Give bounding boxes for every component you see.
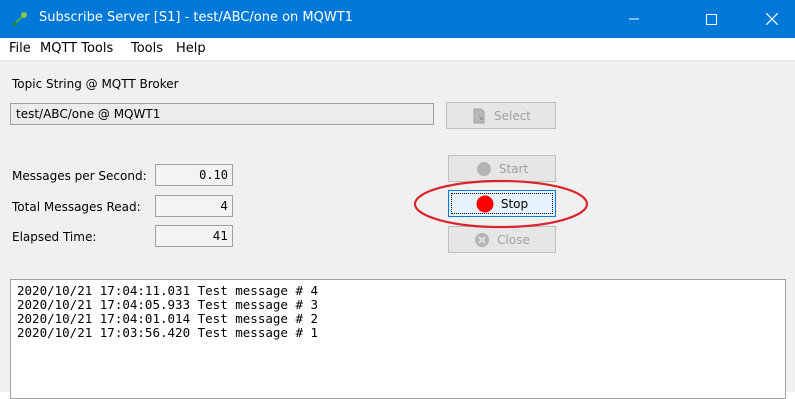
menu-help[interactable]: Help — [176, 41, 206, 56]
window-close-button[interactable] — [749, 0, 795, 38]
start-icon — [476, 161, 491, 176]
menu-file[interactable]: File — [9, 41, 31, 56]
messages-per-second-value: 0.10 — [155, 164, 233, 186]
elapsed-time-label: Elapsed Time: — [12, 230, 97, 244]
document-icon — [473, 108, 485, 123]
title-bar[interactable]: Subscribe Server [S1] - test/ABC/one on … — [0, 0, 795, 38]
start-label: Start — [498, 161, 529, 176]
close-circle-icon — [475, 232, 490, 247]
maximize-icon — [705, 13, 717, 25]
log-line: 2020/10/21 17:04:01.014 Test message # 2 — [17, 311, 319, 326]
close-button[interactable]: Close — [448, 226, 556, 253]
topic-label: Topic String @ MQTT Broker — [12, 77, 179, 91]
log-line: 2020/10/21 17:04:05.933 Test message # 3 — [17, 297, 319, 312]
menu-bar: File MQTT Tools Tools Help — [0, 38, 795, 61]
maximize-button[interactable] — [688, 0, 734, 38]
message-log[interactable]: 2020/10/21 17:04:11.031 Test message # 4… — [10, 279, 786, 399]
focus-rect — [451, 193, 553, 214]
select-label: Select — [493, 108, 532, 123]
log-line: 2020/10/21 17:04:11.031 Test message # 4 — [17, 283, 319, 298]
topic-field[interactable]: test/ABC/one @ MQWT1 — [10, 103, 434, 125]
start-button[interactable]: Start — [448, 155, 556, 182]
elapsed-time-value: 41 — [155, 225, 233, 247]
minimize-icon — [629, 18, 639, 20]
window-title: Subscribe Server [S1] - test/ABC/one on … — [39, 10, 353, 25]
stop-button[interactable]: Stop — [448, 190, 556, 217]
close-icon — [766, 13, 778, 25]
select-button[interactable]: Select — [446, 102, 556, 129]
subscribe-server-window: Subscribe Server [S1] - test/ABC/one on … — [0, 0, 795, 399]
close-label: Close — [497, 232, 530, 247]
log-line: 2020/10/21 17:03:56.420 Test message # 1 — [17, 325, 319, 340]
total-messages-value: 4 — [155, 195, 233, 217]
messages-per-second-label: Messages per Second: — [12, 169, 147, 183]
mqtt-app-icon — [12, 12, 27, 26]
menu-tools[interactable]: Tools — [131, 41, 163, 56]
total-messages-label: Total Messages Read: — [12, 200, 141, 214]
minimize-button[interactable] — [611, 0, 657, 38]
menu-mqtt-tools[interactable]: MQTT Tools — [40, 41, 113, 56]
